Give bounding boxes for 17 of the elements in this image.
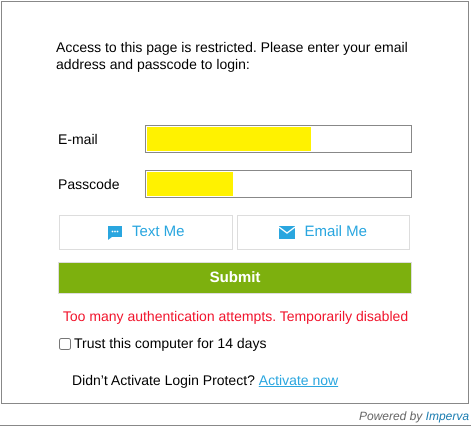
mail-icon (279, 226, 296, 239)
trust-checkbox[interactable] (59, 338, 71, 350)
intro-text: Access to this page is restricted. Please enter your email address and passcode to login: (56, 39, 409, 73)
activate-prompt: Didn’t Activate Login Protect? (72, 371, 256, 390)
powered-by-text: Powered by (358, 408, 424, 425)
field-label: Passcode (57, 174, 120, 194)
email-me-button[interactable]: Email Me (236, 215, 410, 250)
input-field[interactable] (145, 170, 412, 198)
input-field[interactable] (145, 125, 412, 153)
chat-icon (106, 224, 123, 240)
text-me-button[interactable]: Text Me (59, 215, 232, 250)
activate-link[interactable]: Activate now (258, 370, 338, 391)
error-message: Too many authentication attempts. Temporarily disabled (62, 307, 410, 326)
submit-button[interactable]: Submit (58, 262, 412, 294)
imperva-link[interactable]: Imperva (426, 407, 469, 425)
checkbox-label: Trust this computer for 14 days (74, 334, 266, 353)
field-label: E-mail (57, 130, 99, 148)
